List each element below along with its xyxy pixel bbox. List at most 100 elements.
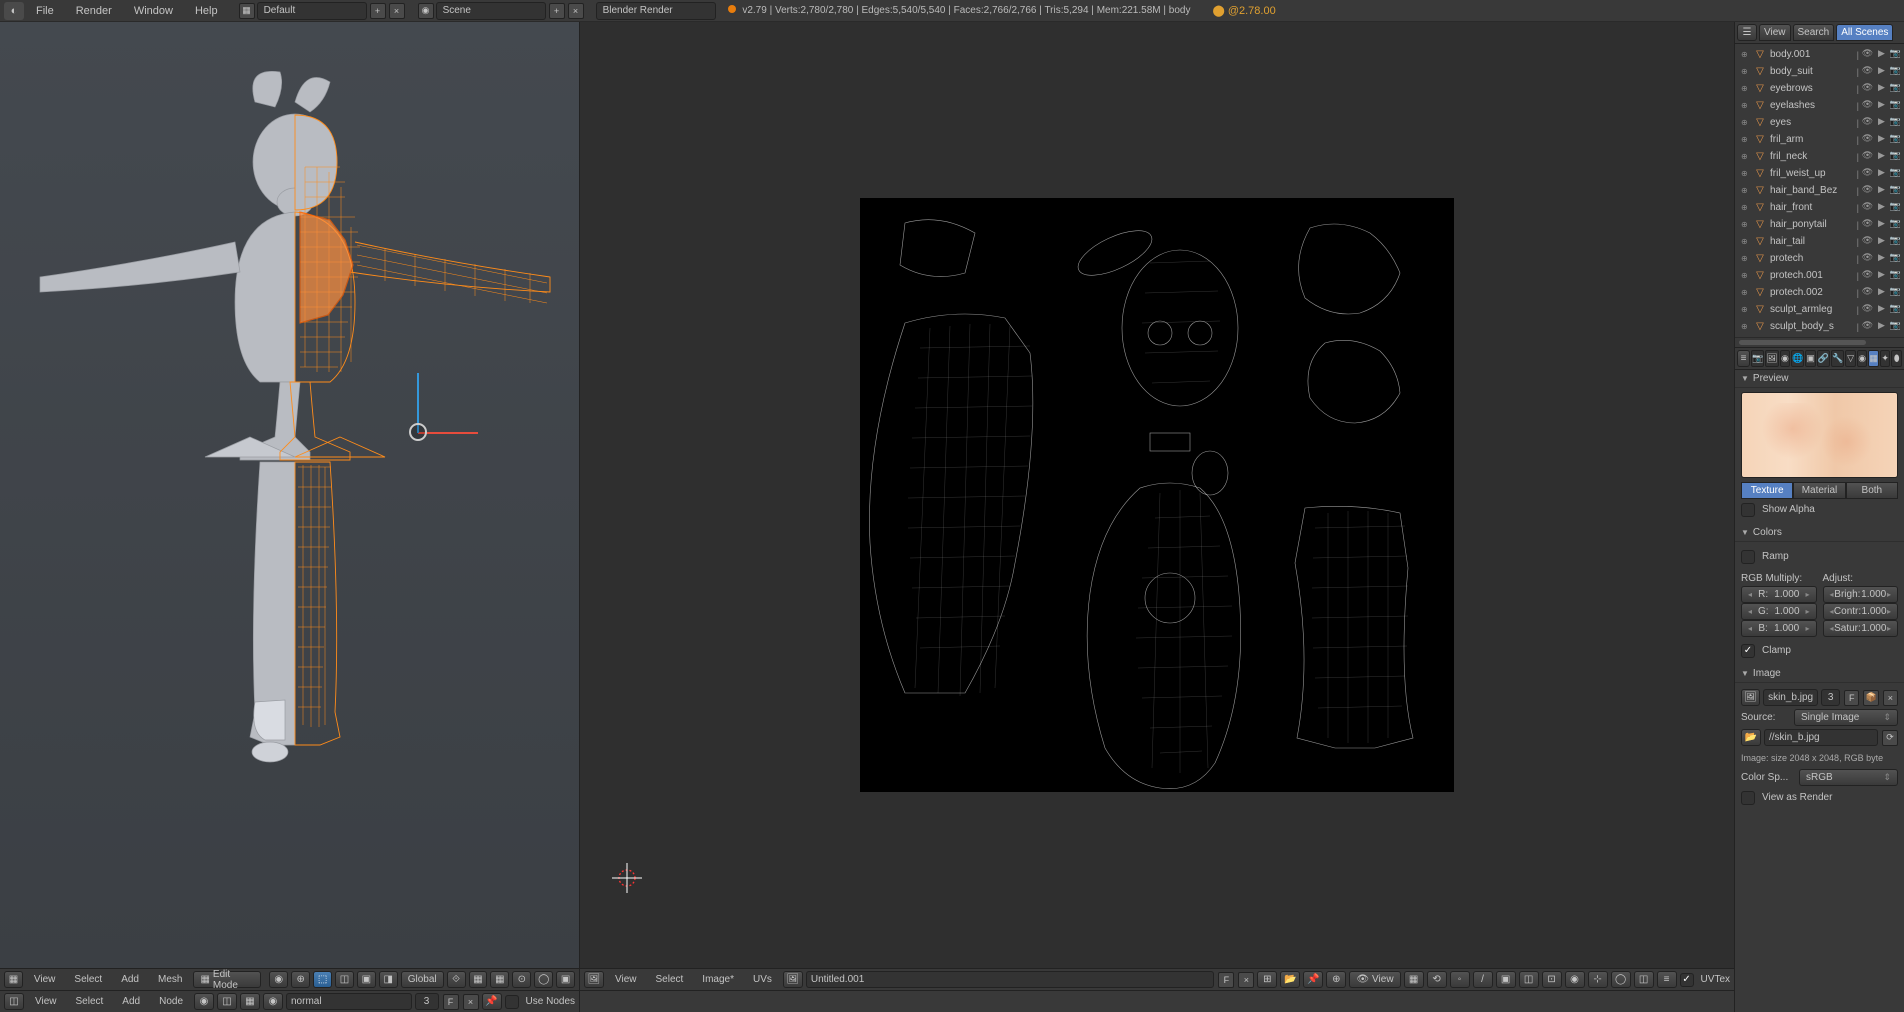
gizmo-center[interactable] [409, 423, 427, 441]
restrict-select-icon[interactable]: ▶ [1875, 269, 1888, 282]
restrict-render-icon[interactable]: 📷 [1889, 65, 1902, 78]
outliner-item[interactable]: ⊕▽hair_ponytail|👁▶📷 [1735, 216, 1904, 233]
restrict-select-icon[interactable]: ▶ [1875, 184, 1888, 197]
tab-scene-icon[interactable]: ◉ [1780, 350, 1791, 367]
restrict-select-icon[interactable]: ▶ [1875, 116, 1888, 129]
source-dropdown[interactable]: Single Image [1794, 709, 1898, 726]
image-users[interactable]: 3 [1821, 689, 1840, 706]
snap-uv-icon[interactable]: ◉ [1565, 971, 1585, 988]
image-name-field[interactable]: Untitled.001 [806, 971, 1214, 988]
3d-viewport[interactable] [0, 22, 579, 968]
restrict-render-icon[interactable]: 📷 [1889, 167, 1902, 180]
outliner-item[interactable]: ⊕▽fril_weist_up|👁▶📷 [1735, 165, 1904, 182]
render-icon[interactable]: ▣ [556, 971, 575, 988]
restrict-view-icon[interactable]: 👁 [1861, 303, 1874, 316]
scene-browse-icon[interactable]: ◉ [418, 3, 434, 19]
expand-icon[interactable]: ⊕ [1741, 237, 1748, 246]
3d-menu-view[interactable]: View [26, 974, 64, 985]
orientation-dropdown[interactable]: Global [401, 971, 444, 988]
restrict-select-icon[interactable]: ▶ [1875, 133, 1888, 146]
uv-menu-image[interactable]: Image* [694, 974, 742, 985]
restrict-view-icon[interactable]: 👁 [1861, 116, 1874, 129]
restrict-select-icon[interactable]: ▶ [1875, 65, 1888, 78]
layers-2-icon[interactable]: ▦ [490, 971, 509, 988]
tab-layers-icon[interactable]: 🖼 [1765, 350, 1778, 367]
filepath-reload-icon[interactable]: ⟳ [1882, 730, 1898, 746]
restrict-view-icon[interactable]: 👁 [1861, 48, 1874, 61]
image-browse-button[interactable]: 🖼 [1741, 689, 1760, 706]
image-browse-icon[interactable]: 🖼 [783, 971, 803, 988]
outliner-item[interactable]: ⊕▽hair_front|👁▶📷 [1735, 199, 1904, 216]
expand-icon[interactable]: ⊕ [1741, 220, 1748, 229]
layout-add-icon[interactable]: + [370, 3, 386, 19]
uv-menu-view[interactable]: View [607, 974, 645, 985]
restrict-view-icon[interactable]: 👁 [1861, 269, 1874, 282]
image-fakeuser-button[interactable]: F [1844, 690, 1859, 706]
restrict-render-icon[interactable]: 📷 [1889, 286, 1902, 299]
expand-icon[interactable]: ⊕ [1741, 288, 1748, 297]
expand-icon[interactable]: ⊕ [1741, 101, 1748, 110]
uv-canvas[interactable] [860, 198, 1454, 792]
outliner-tab-search[interactable]: Search [1793, 24, 1835, 41]
restrict-view-icon[interactable]: 👁 [1861, 320, 1874, 333]
outliner-item[interactable]: ⊕▽body.001|👁▶📷 [1735, 46, 1904, 63]
select-vert-icon[interactable]: ⬚ [313, 971, 332, 988]
outliner-item[interactable]: ⊕▽protech.002|👁▶📷 [1735, 284, 1904, 301]
expand-icon[interactable]: ⊕ [1741, 305, 1748, 314]
image-pack-icon[interactable]: 📦 [1863, 690, 1878, 706]
datablock-users[interactable]: 3 [415, 993, 439, 1010]
restrict-view-icon[interactable]: 👁 [1861, 218, 1874, 231]
restrict-render-icon[interactable]: 📷 [1889, 252, 1902, 265]
tab-render-icon[interactable]: 📷 [1751, 350, 1764, 367]
uv-menu-uvs[interactable]: UVs [745, 974, 780, 985]
image-del-icon[interactable]: × [1238, 972, 1254, 988]
uv-edge-icon[interactable]: / [1473, 971, 1493, 988]
layout-browse-icon[interactable]: ▦ [239, 3, 255, 19]
restrict-select-icon[interactable]: ▶ [1875, 82, 1888, 95]
menu-help[interactable]: Help [185, 5, 228, 17]
snap-icon[interactable]: ⊙ [512, 971, 531, 988]
editor-type-outliner-icon[interactable]: ☰ [1737, 24, 1757, 41]
restrict-select-icon[interactable]: ▶ [1875, 167, 1888, 180]
outliner-item[interactable]: ⊕▽eyebrows|👁▶📷 [1735, 80, 1904, 97]
use-nodes-checkbox[interactable] [505, 995, 519, 1009]
uv-vert-icon[interactable]: ◦ [1450, 971, 1470, 988]
restrict-view-icon[interactable]: 👁 [1861, 133, 1874, 146]
new-image-icon[interactable]: ⊞ [1257, 971, 1277, 988]
view-as-render-checkbox[interactable] [1741, 791, 1755, 805]
outliner-tab-allscenes[interactable]: All Scenes [1836, 24, 1893, 41]
menu-render[interactable]: Render [66, 5, 122, 17]
tab-constraints-icon[interactable]: 🔗 [1817, 350, 1830, 367]
node-menu-select[interactable]: Select [68, 996, 112, 1007]
restrict-render-icon[interactable]: 📷 [1889, 320, 1902, 333]
outliner-item[interactable]: ⊕▽fril_neck|👁▶📷 [1735, 148, 1904, 165]
editor-type-uv-icon[interactable]: 🖼 [584, 971, 604, 988]
expand-icon[interactable]: ⊕ [1741, 186, 1748, 195]
outliner-item[interactable]: ⊕▽protech.001|👁▶📷 [1735, 267, 1904, 284]
sticky-icon[interactable]: ⊡ [1542, 971, 1562, 988]
expand-icon[interactable]: ⊕ [1741, 67, 1748, 76]
channels-icon[interactable]: ▦ [1404, 971, 1424, 988]
scene-del-icon[interactable]: × [568, 3, 584, 19]
restrict-render-icon[interactable]: 📷 [1889, 150, 1902, 163]
properties-body[interactable]: Preview Texture Material Both Show Alpha… [1735, 370, 1904, 1012]
outliner-item[interactable]: ⊕▽hair_tail|👁▶📷 [1735, 233, 1904, 250]
outliner-item[interactable]: ⊕▽eyelashes|👁▶📷 [1735, 97, 1904, 114]
restrict-render-icon[interactable]: 📷 [1889, 235, 1902, 248]
outliner-item[interactable]: ⊕▽body_suit|👁▶📷 [1735, 63, 1904, 80]
restrict-render-icon[interactable]: 📷 [1889, 303, 1902, 316]
view-mode-button[interactable]: 👁 View [1349, 971, 1400, 988]
3d-menu-mesh[interactable]: Mesh [150, 974, 190, 985]
select-face-icon[interactable]: ▣ [357, 971, 376, 988]
outliner-item[interactable]: ⊕▽fril_arm|👁▶📷 [1735, 131, 1904, 148]
restrict-render-icon[interactable]: 📷 [1889, 82, 1902, 95]
outliner-item[interactable]: ⊕▽eyes|👁▶📷 [1735, 114, 1904, 131]
tab-material-icon[interactable]: ◉ [1857, 350, 1868, 367]
uv-menu-select[interactable]: Select [648, 974, 692, 985]
expand-icon[interactable]: ⊕ [1741, 50, 1748, 59]
contrast-slider[interactable]: Contr:1.000 [1823, 603, 1899, 620]
sync-icon[interactable]: ⟲ [1427, 971, 1447, 988]
3d-menu-select[interactable]: Select [66, 974, 110, 985]
outliner-item[interactable]: ⊕▽protech|👁▶📷 [1735, 250, 1904, 267]
datablock-del-icon[interactable]: × [463, 994, 479, 1010]
